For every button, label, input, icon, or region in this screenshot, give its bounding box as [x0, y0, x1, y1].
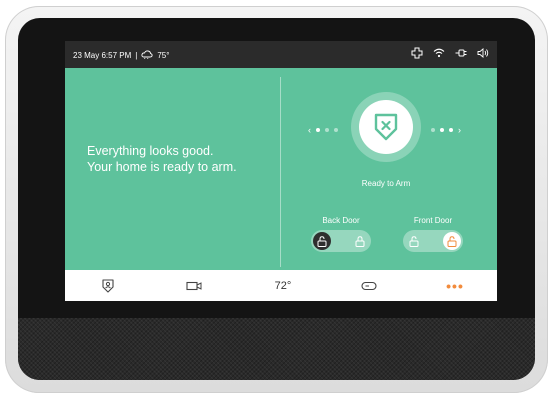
front-door-label: Front Door	[413, 216, 453, 225]
nav-cameras[interactable]	[169, 270, 219, 301]
nav-security[interactable]	[83, 270, 133, 301]
panel-divider	[280, 77, 281, 267]
wifi-icon[interactable]	[433, 48, 445, 58]
status-left: 23 May 6:57 PM | 75°	[73, 50, 169, 61]
carousel-dot	[316, 128, 320, 132]
carousel-dot	[449, 128, 453, 132]
status-datetime: 23 May 6:57 PM	[73, 51, 132, 60]
status-bar: 23 May 6:57 PM | 75°	[65, 41, 497, 68]
shield-x-icon	[374, 113, 398, 141]
carousel-dot	[334, 128, 338, 132]
security-shield-icon	[102, 278, 114, 293]
status-message-line1: Everything looks good.	[87, 144, 214, 158]
lock-slot[interactable]	[351, 232, 369, 250]
weather-cloud-icon	[141, 50, 153, 61]
unlock-slot[interactable]	[405, 232, 423, 250]
status-message: Everything looks good. Your home is read…	[87, 143, 287, 175]
status-weather-temp: 75°	[157, 51, 170, 60]
device-pill-icon	[361, 281, 377, 290]
carousel-dot	[431, 128, 435, 132]
status-separator: |	[135, 51, 138, 60]
carousel-dot	[440, 128, 444, 132]
padlock-icon	[355, 235, 365, 247]
back-door-lock-toggle[interactable]	[311, 230, 371, 252]
unlocked-padlock-alert-icon	[447, 235, 457, 247]
arm-status-label: Ready to Arm	[361, 179, 411, 188]
carousel-prev[interactable]: ‹	[308, 125, 338, 135]
more-icon[interactable]: •••	[430, 270, 480, 301]
carousel-dot	[325, 128, 329, 132]
lock-knob[interactable]	[443, 232, 461, 250]
arm-button-face[interactable]	[359, 100, 413, 154]
unlocked-padlock-icon	[409, 235, 419, 247]
arm-button[interactable]	[351, 92, 421, 162]
unlock-knob[interactable]	[313, 232, 331, 250]
touch-screen: 23 May 6:57 PM | 75° Everything looks go…	[65, 41, 497, 301]
bottom-nav: 72° •••	[65, 270, 497, 301]
carousel-next[interactable]: ›	[431, 125, 461, 135]
front-door-lock-toggle[interactable]	[403, 230, 463, 252]
chevron-left-icon[interactable]: ‹	[308, 125, 311, 135]
speaker-fabric	[18, 318, 535, 380]
back-door-label: Back Door	[322, 216, 360, 225]
status-right	[411, 47, 489, 59]
camera-icon	[186, 281, 202, 290]
unlocked-padlock-icon	[317, 235, 327, 247]
nav-thermostat[interactable]: 72°	[258, 270, 308, 301]
cross-icon[interactable]	[411, 47, 423, 59]
status-message-line2: Your home is ready to arm.	[87, 160, 237, 174]
nav-devices[interactable]	[344, 270, 394, 301]
chevron-right-icon[interactable]: ›	[458, 125, 461, 135]
volume-icon[interactable]	[477, 48, 489, 58]
plug-icon[interactable]	[455, 48, 467, 58]
